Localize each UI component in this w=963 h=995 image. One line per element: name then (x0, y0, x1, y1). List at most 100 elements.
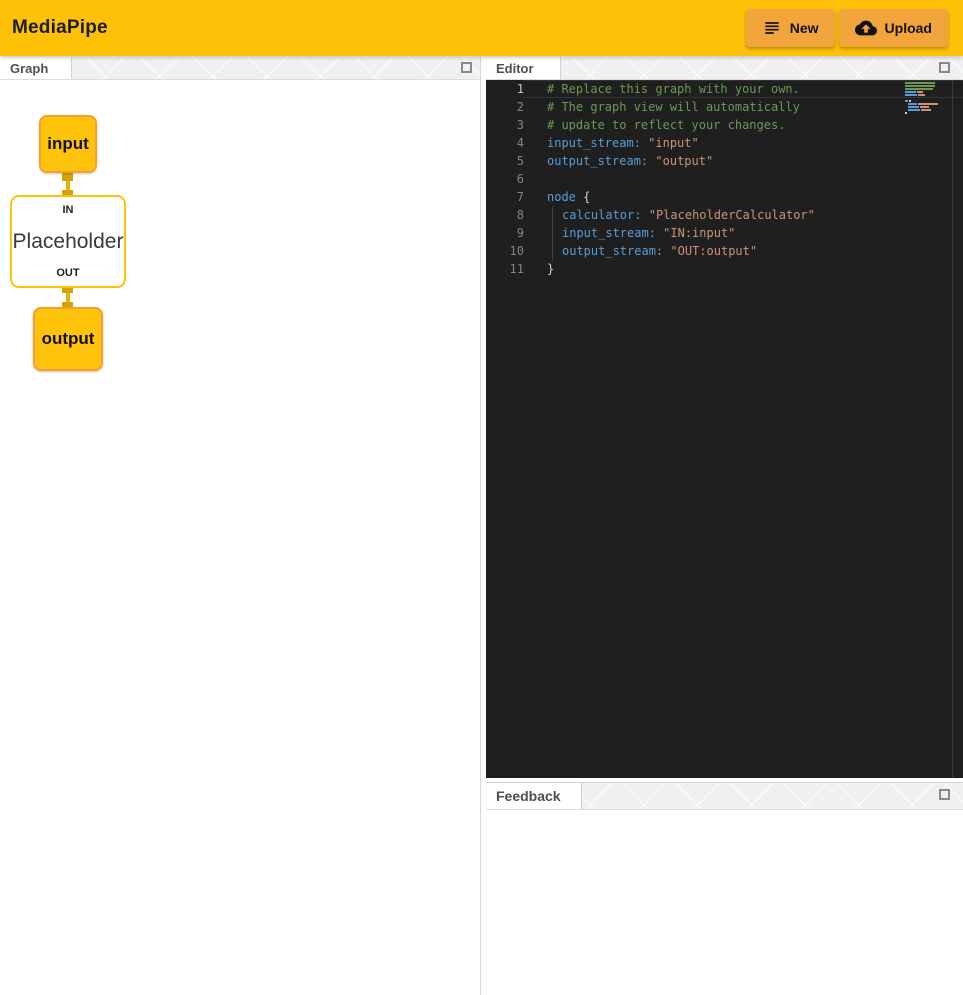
minimap-line (905, 85, 945, 87)
graph-node-output[interactable]: output (33, 307, 103, 371)
code-token: input_stream: (562, 226, 656, 240)
code-line-text: # update to reflect your changes. (524, 116, 963, 134)
graph-node-input[interactable]: input (39, 115, 97, 173)
feedback-maximize-icon[interactable] (939, 789, 950, 800)
tab-editor[interactable]: Editor (486, 57, 561, 79)
minimap-line (905, 88, 945, 90)
code-line[interactable]: 3 # update to reflect your changes. (486, 116, 963, 134)
placeholder-in-port-label: IN (63, 204, 74, 216)
code-editor[interactable]: 1# Replace this graph with your own.2# T… (486, 80, 963, 778)
graph-maximize-icon[interactable] (461, 62, 472, 73)
editor-maximize-icon[interactable] (939, 62, 950, 73)
minimap-line (905, 82, 945, 84)
line-number: 10 (486, 242, 524, 260)
new-button-label: New (790, 20, 819, 36)
cloud-upload-icon (855, 17, 877, 39)
code-line[interactable]: 2# The graph view will automatically (486, 98, 963, 116)
minimap-line (908, 109, 945, 111)
editor-minimap[interactable] (905, 82, 945, 115)
minimap-line (905, 97, 945, 99)
graph-node-placeholder[interactable]: IN Placeholder OUT (10, 195, 126, 288)
minimap-segment (905, 112, 907, 114)
code-token: "input" (648, 136, 699, 150)
minimap-segment (905, 85, 935, 87)
code-line[interactable]: 11} (486, 260, 963, 278)
minimap-line (908, 106, 945, 108)
minimap-segment (918, 94, 925, 96)
node-input-label: input (47, 134, 89, 154)
app-title: MediaPipe (12, 17, 108, 39)
code-line[interactable]: 8calculator: "PlaceholderCalculator" (486, 206, 963, 224)
code-token: # Replace this graph with your own. (547, 82, 800, 96)
upload-button[interactable]: Upload (839, 9, 948, 47)
feedback-content (486, 810, 963, 995)
minimap-segment (905, 91, 916, 93)
code-token: output_stream: (547, 154, 648, 168)
code-line[interactable]: 10output_stream: "OUT:output" (486, 242, 963, 260)
code-token: calculator: (562, 208, 641, 222)
minimap-line (905, 91, 945, 93)
code-line[interactable]: 4input_stream: "input" (486, 134, 963, 152)
minimap-line (905, 100, 945, 102)
line-number: 9 (486, 224, 524, 242)
minimap-segment (905, 94, 917, 96)
code-line-text: calculator: "PlaceholderCalculator" (524, 206, 963, 224)
minimap-segment (918, 103, 938, 105)
code-line[interactable]: 9input_stream: "IN:input" (486, 224, 963, 242)
line-number: 5 (486, 152, 524, 170)
code-line[interactable]: 1# Replace this graph with your own. (486, 80, 963, 98)
minimap-line (908, 103, 945, 105)
code-line[interactable]: 6 (486, 170, 963, 188)
minimap-line (905, 112, 945, 114)
code-line-text: # Replace this graph with your own. (524, 80, 963, 98)
graph-tabbar: Graph (0, 57, 480, 80)
feedback-tabbar: Feedback (486, 782, 963, 810)
editor-scrollbar-divider (952, 80, 953, 778)
code-line-text: output_stream: "output" (524, 152, 963, 170)
editor-code-lines: 1# Replace this graph with your own.2# T… (486, 80, 963, 278)
minimap-segment (909, 100, 911, 102)
code-line-text: # The graph view will automatically (524, 98, 963, 116)
tab-editor-label: Editor (496, 61, 534, 76)
line-number: 11 (486, 260, 524, 278)
tab-graph[interactable]: Graph (0, 57, 72, 79)
indent-guide (552, 206, 553, 260)
code-token: } (547, 262, 554, 276)
code-line-text (524, 170, 963, 188)
code-token: # update to reflect your changes. (547, 118, 785, 132)
header-actions: New Upload (746, 9, 948, 47)
code-token (641, 208, 648, 222)
minimap-segment (908, 103, 917, 105)
minimap-segment (905, 82, 935, 84)
feedback-panel: Feedback (486, 782, 963, 995)
editor-tabbar: Editor (486, 57, 963, 80)
code-token: "output" (655, 154, 713, 168)
minimap-segment (920, 106, 929, 108)
code-line-text: } (524, 260, 963, 278)
mediapipe-visualizer: MediaPipe New Upload Graph (0, 0, 963, 995)
code-line-text: input_stream: "input" (524, 134, 963, 152)
line-number: 7 (486, 188, 524, 206)
code-token: output_stream: (562, 244, 663, 258)
line-number: 3 (486, 116, 524, 134)
code-token: node (547, 190, 576, 204)
tab-feedback[interactable]: Feedback (486, 783, 582, 809)
code-line[interactable]: 7node { (486, 188, 963, 206)
line-number: 8 (486, 206, 524, 224)
new-button[interactable]: New (746, 9, 835, 47)
minimap-segment (905, 88, 933, 90)
minimap-segment (908, 106, 919, 108)
editor-panel: Editor 1# Replace this graph with your o… (486, 57, 963, 778)
minimap-line (905, 94, 945, 96)
graph-canvas[interactable]: input IN Placeholder OUT output (0, 80, 480, 995)
tab-graph-label: Graph (10, 61, 48, 76)
graph-panel: Graph input IN Placeholder OUT output (0, 57, 481, 995)
line-number: 4 (486, 134, 524, 152)
tab-feedback-label: Feedback (496, 788, 561, 804)
code-line[interactable]: 5output_stream: "output" (486, 152, 963, 170)
code-line-text: output_stream: "OUT:output" (524, 242, 963, 260)
line-number: 2 (486, 98, 524, 116)
line-number: 6 (486, 170, 524, 188)
node-output-label: output (42, 329, 95, 349)
placeholder-node-label: Placeholder (13, 230, 124, 254)
